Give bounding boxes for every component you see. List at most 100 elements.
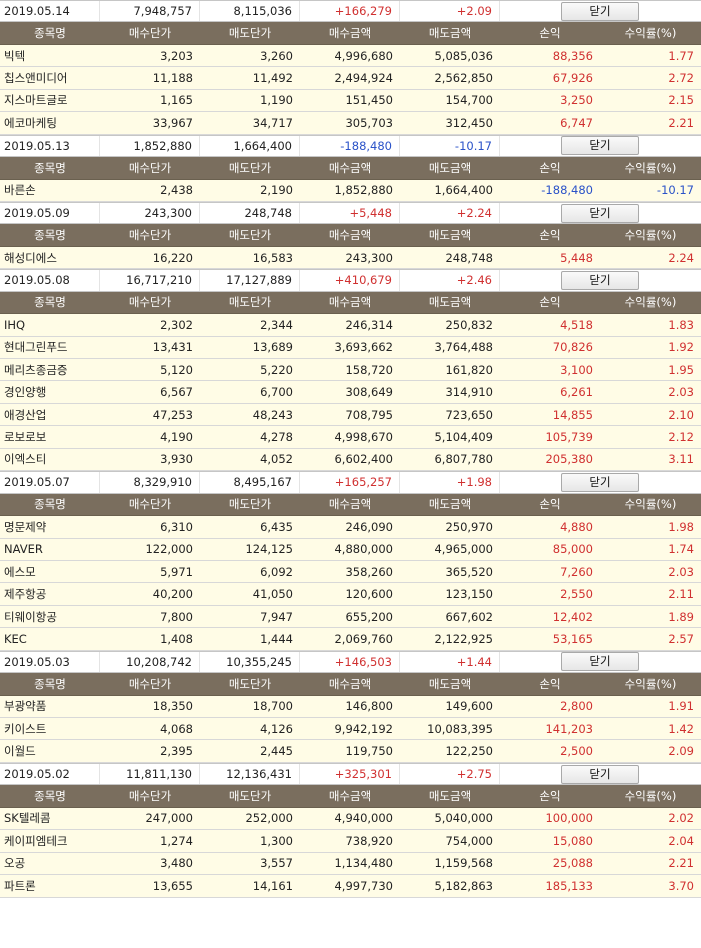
stock-row[interactable]: 메리츠종금증 5,120 5,220 158,720 161,820 3,100 1.95 (0, 359, 701, 382)
stock-name: 메리츠종금증 (4, 362, 68, 377)
sell-price: 1,444 (260, 631, 293, 646)
stock-row[interactable]: 이월드 2,395 2,445 119,750 122,250 2,500 2.09 (0, 740, 701, 763)
sell-amount: 250,970 (445, 519, 493, 534)
sell-price: 5,220 (260, 362, 293, 377)
column-header: 손익 (539, 789, 561, 804)
day-summary-row: 2019.05.09 243,300 248,748 +5,448 +2.24 닫기 (0, 201, 701, 225)
stock-row[interactable]: 현대그린푸드 13,431 13,689 3,693,662 3,764,488 70,8… (0, 336, 701, 359)
buy-price: 33,967 (152, 115, 193, 130)
day-summary-row: 2019.05.14 7,948,757 8,115,036 +166,279 +2.0… (0, 0, 701, 23)
profit-loss: 85,000 (552, 542, 593, 557)
buy-price: 5,971 (160, 564, 193, 579)
close-button[interactable]: 닫기 (561, 1, 639, 21)
buy-price: 40,200 (152, 587, 193, 602)
sell-price: 7,947 (260, 609, 293, 624)
buy-amount: 708,795 (345, 407, 393, 422)
sell-price: 124,125 (245, 542, 293, 557)
buy-amount: 738,920 (345, 833, 393, 848)
stock-row[interactable]: KEC 1,408 1,444 2,069,760 2,122,925 53,165 2.5… (0, 628, 701, 651)
profit-loss: 53,165 (552, 631, 593, 646)
stock-row[interactable]: 지스마트글로 1,165 1,190 151,450 154,700 3,250 2.15 (0, 89, 701, 113)
stock-row[interactable]: 오공 3,480 3,557 1,134,480 1,159,568 25,088 2.21 (0, 852, 701, 876)
buy-price: 6,567 (160, 385, 193, 400)
profit-loss: 185,133 (545, 878, 593, 893)
stock-row[interactable]: NAVER 122,000 124,125 4,880,000 4,965,000 85,… (0, 538, 701, 561)
stock-row[interactable]: 키이스트 4,068 4,126 9,942,192 10,083,395 141,203… (0, 718, 701, 741)
sell-amount: 3,764,488 (434, 340, 493, 355)
day-pnl: +146,503 (300, 651, 400, 673)
profit-loss: 14,855 (552, 407, 593, 422)
close-button[interactable]: 닫기 (561, 764, 639, 784)
stock-row[interactable]: 에코마케팅 33,967 34,717 305,703 312,450 6,747 2.21 (0, 112, 701, 135)
stock-row[interactable]: 부광약품 18,350 18,700 146,800 149,600 2,800 1.91 (0, 695, 701, 718)
column-header: 종목명 (34, 295, 66, 310)
sell-price: 41,050 (252, 587, 293, 602)
stock-name: 경인양행 (4, 385, 47, 400)
column-header-row: 종목명 매수단가 매도단가 매수금액 매도금액 손익 수익률(%) (0, 22, 701, 45)
stock-row[interactable]: SK텔레콤 247,000 252,000 4,940,000 5,040,000 100… (0, 807, 701, 831)
stock-row[interactable]: 경인양행 6,567 6,700 308,649 314,910 6,261 2.03 (0, 381, 701, 404)
day-buy-total: 8,329,910 (100, 472, 200, 493)
stock-row[interactable]: 명문제약 6,310 6,435 246,090 250,970 4,880 1.98 (0, 516, 701, 539)
column-header: 매수단가 (128, 228, 172, 243)
close-button[interactable]: 닫기 (561, 472, 639, 492)
return-rate: 2.15 (668, 93, 694, 108)
stock-row[interactable]: 제주항공 40,200 41,050 120,600 123,150 2,550 2.11 (0, 583, 701, 606)
close-button-cell: 닫기 (500, 652, 701, 672)
buy-amount: 2,494,924 (334, 71, 393, 86)
column-header: 손익 (539, 497, 561, 512)
stock-row[interactable]: 빅텍 3,203 3,260 4,996,680 5,085,036 88,356 1.77 (0, 44, 701, 68)
column-header: 종목명 (34, 228, 66, 243)
stock-name: 빅텍 (4, 48, 26, 63)
sell-price: 4,126 (260, 721, 293, 736)
stock-row[interactable]: 파트론 13,655 14,161 4,997,730 5,182,863 185,133… (0, 875, 701, 898)
column-header: 수익률(%) (624, 676, 677, 691)
column-header: 매수금액 (328, 789, 372, 804)
close-button[interactable]: 닫기 (561, 203, 639, 223)
stock-row[interactable]: 티웨이항공 7,800 7,947 655,200 667,602 12,402 1.89 (0, 605, 701, 629)
stock-row[interactable]: 애경산업 47,253 48,243 708,795 723,650 14,855 2.10 (0, 403, 701, 427)
stock-row[interactable]: 칩스앤미디어 11,188 11,492 2,494,924 2,562,850 67,9… (0, 67, 701, 90)
column-header: 매도단가 (228, 676, 272, 691)
stock-row[interactable]: 케이피엠테크 1,274 1,300 738,920 754,000 15,080 2.04 (0, 830, 701, 853)
buy-amount: 4,880,000 (334, 542, 393, 557)
profit-loss: 67,926 (552, 71, 593, 86)
stock-row[interactable]: IHQ 2,302 2,344 246,314 250,832 4,518 1.83 (0, 314, 701, 337)
buy-amount: 4,998,670 (334, 430, 393, 445)
day-pnl: +5,448 (300, 202, 400, 224)
buy-amount: 305,703 (345, 115, 393, 130)
return-rate: 2.02 (668, 811, 694, 826)
stock-row[interactable]: 로보로보 4,190 4,278 4,998,670 5,104,409 105,739 2… (0, 426, 701, 449)
buy-price: 5,120 (160, 362, 193, 377)
day-pnl: +165,257 (300, 472, 400, 493)
close-button[interactable]: 닫기 (561, 136, 639, 156)
sell-amount: 365,520 (445, 564, 493, 579)
stock-row[interactable]: 바른손 2,438 2,190 1,852,880 1,664,400 -188,480 -… (0, 179, 701, 202)
return-rate: 2.21 (668, 115, 694, 130)
stock-row[interactable]: 해성디에스 16,220 16,583 243,300 248,748 5,448 2.24 (0, 246, 701, 270)
sell-price: 252,000 (245, 811, 293, 826)
close-button[interactable]: 닫기 (561, 270, 639, 290)
close-button[interactable]: 닫기 (561, 652, 639, 672)
profit-loss: 205,380 (545, 452, 593, 467)
sell-amount: 5,085,036 (434, 48, 493, 63)
column-header: 매도금액 (428, 26, 472, 41)
buy-amount: 2,069,760 (334, 631, 393, 646)
column-header: 매도단가 (228, 26, 272, 41)
stock-row[interactable]: 이엑스티 3,930 4,052 6,602,400 6,807,780 205,380 3… (0, 448, 701, 472)
stock-row[interactable]: 에스모 5,971 6,092 358,260 365,520 7,260 2.03 (0, 560, 701, 584)
buy-price: 1,408 (160, 631, 193, 646)
buy-price: 13,655 (152, 878, 193, 893)
day-sell-total: 8,115,036 (200, 1, 300, 22)
profit-loss: 12,402 (552, 609, 593, 624)
day-sell-total: 10,355,245 (200, 651, 300, 673)
profit-loss: 141,203 (545, 721, 593, 736)
buy-price: 13,431 (152, 340, 193, 355)
profit-loss: 6,747 (560, 115, 593, 130)
return-rate: 2.12 (668, 430, 694, 445)
buy-amount: 1,852,880 (334, 183, 393, 198)
column-header: 수익률(%) (624, 26, 677, 41)
return-rate: 1.83 (668, 317, 694, 332)
column-header: 매도단가 (228, 497, 272, 512)
sell-price: 4,278 (260, 430, 293, 445)
